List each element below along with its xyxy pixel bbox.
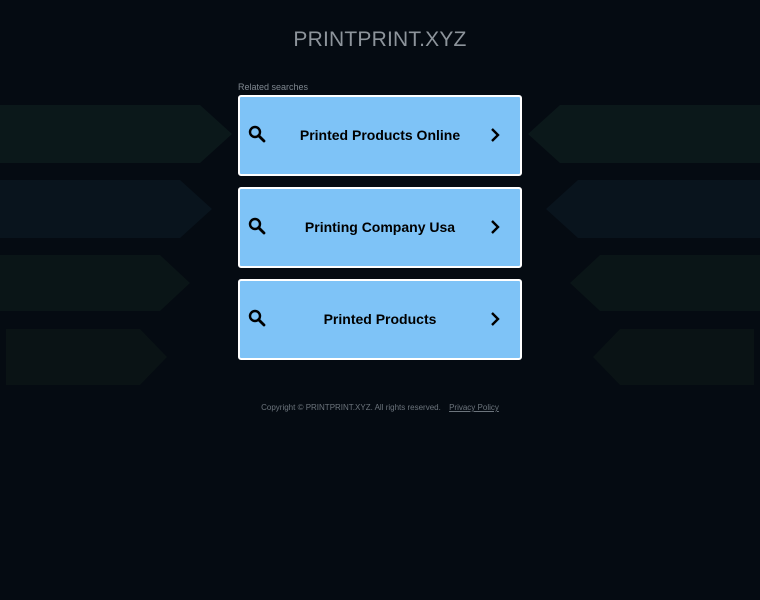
search-icon bbox=[248, 125, 266, 143]
site-title: PRINTPRINT.XYZ bbox=[293, 28, 467, 51]
related-search-label: Printing Company Usa bbox=[304, 219, 456, 235]
deco-arrow-left-4 bbox=[6, 329, 167, 385]
footer: Copyright © PRINTPRINT.XYZ. All rights r… bbox=[0, 403, 760, 412]
deco-arrow-right-2 bbox=[546, 180, 760, 238]
deco-arrow-left-2 bbox=[0, 180, 212, 238]
chevron-right-icon bbox=[491, 312, 500, 326]
parked-domain-page: PRINTPRINT.XYZ Related searches Printed … bbox=[0, 0, 760, 600]
deco-arrow-left-3 bbox=[0, 255, 190, 311]
deco-arrow-left-1 bbox=[0, 105, 232, 163]
decorative-arrows-left bbox=[0, 105, 232, 385]
related-searches-label: Related searches bbox=[238, 82, 309, 92]
related-search-item[interactable]: Printing Company Usa bbox=[238, 187, 522, 268]
related-search-list: Printed Products Online Printing Company… bbox=[238, 95, 522, 371]
privacy-policy-link[interactable]: Privacy Policy bbox=[449, 403, 499, 412]
decorative-arrows-right bbox=[528, 105, 760, 385]
deco-arrow-right-4 bbox=[593, 329, 754, 385]
chevron-right-icon bbox=[491, 128, 500, 142]
search-icon bbox=[248, 309, 266, 327]
related-search-item[interactable]: Printed Products Online bbox=[238, 95, 522, 176]
chevron-right-icon bbox=[491, 220, 500, 234]
deco-arrow-right-3 bbox=[570, 255, 760, 311]
search-icon bbox=[248, 217, 266, 235]
deco-arrow-right-1 bbox=[528, 105, 760, 163]
copyright-text: Copyright © PRINTPRINT.XYZ. All rights r… bbox=[261, 403, 441, 412]
related-search-label: Printed Products Online bbox=[299, 127, 461, 143]
related-search-item[interactable]: Printed Products bbox=[238, 279, 522, 360]
related-search-label: Printed Products bbox=[323, 311, 437, 327]
